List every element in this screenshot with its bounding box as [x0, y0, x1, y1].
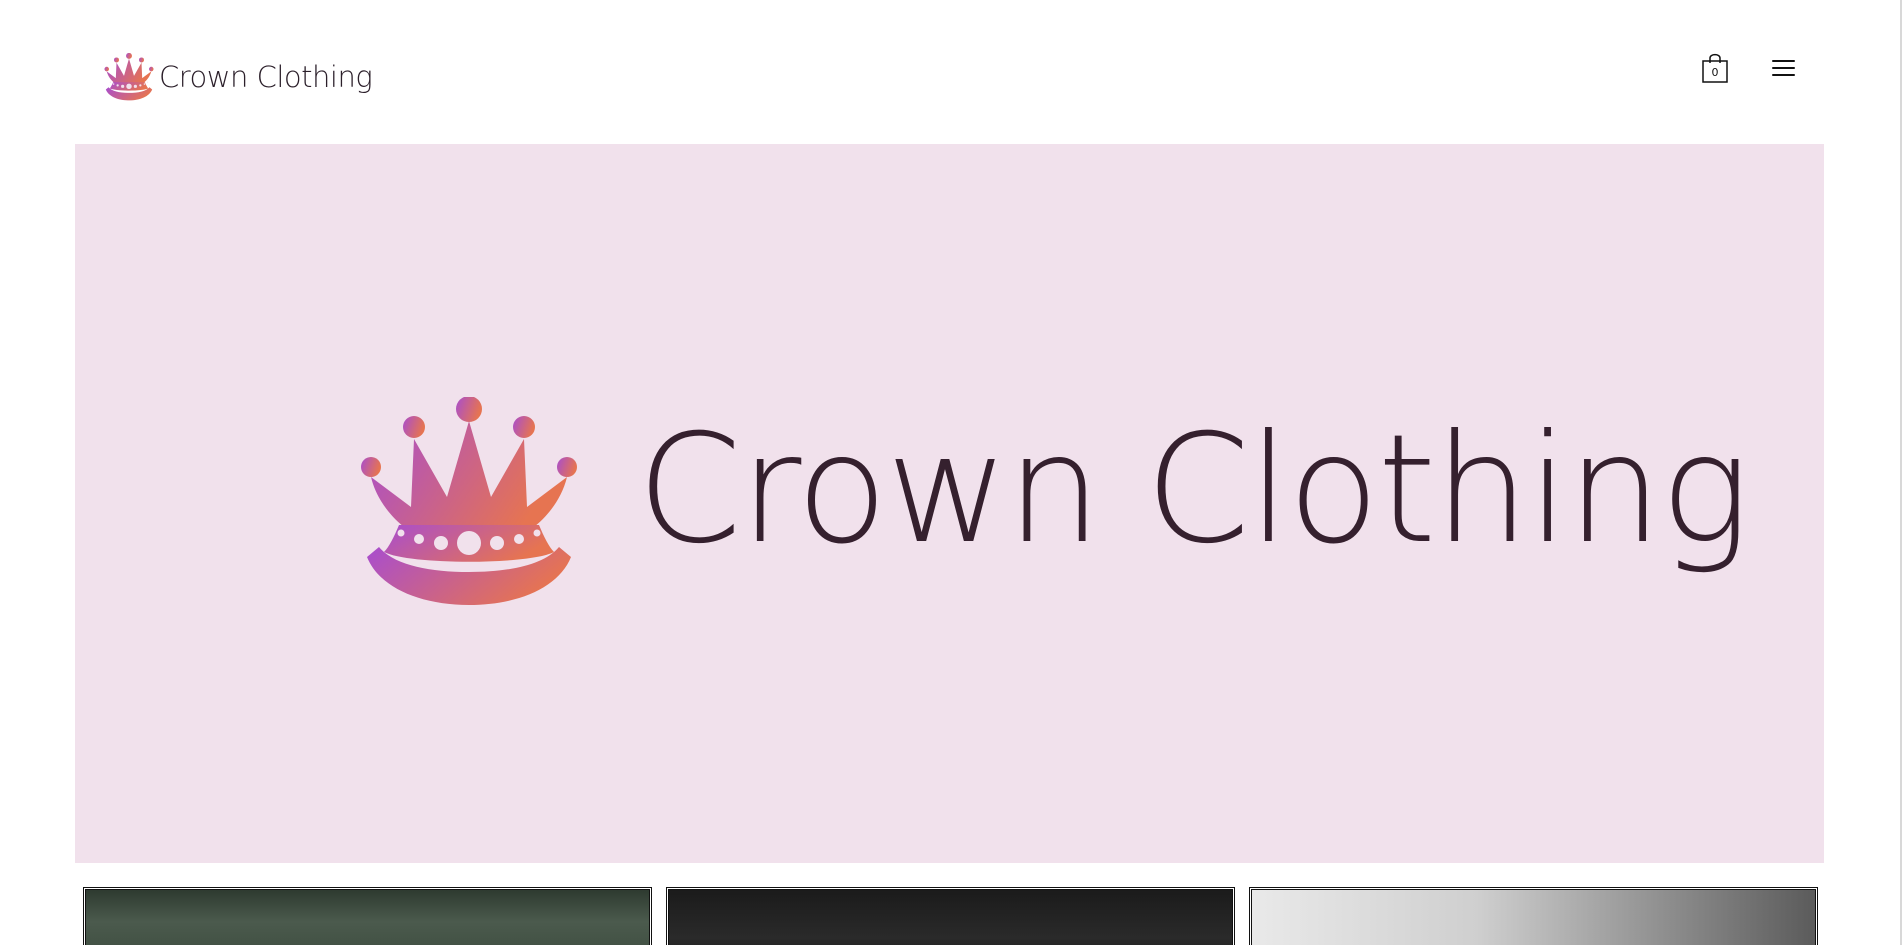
- crown-logo-icon: [104, 53, 154, 101]
- page: Crown Clothing 0 Crown Clothing: [0, 0, 1902, 945]
- category-tile-jackets[interactable]: [666, 887, 1235, 945]
- menu-button[interactable]: [1769, 55, 1799, 85]
- site-header: Crown Clothing 0: [0, 0, 1902, 144]
- category-tile-sneakers[interactable]: [1249, 887, 1818, 945]
- cart-button[interactable]: 0: [1700, 50, 1730, 86]
- hero-banner: Crown Clothing: [75, 144, 1824, 863]
- home-logo-link[interactable]: Crown Clothing: [104, 53, 373, 101]
- crown-logo-icon: [361, 397, 577, 605]
- hero-brand-text: Crown Clothing: [637, 403, 1750, 577]
- hamburger-menu-icon-line: [1772, 74, 1795, 77]
- hamburger-menu-icon-line: [1772, 67, 1795, 70]
- cart-count-badge: 0: [1711, 66, 1719, 79]
- category-tile-hats[interactable]: [83, 887, 652, 945]
- hamburger-menu-icon-line: [1772, 60, 1795, 63]
- logo-text: Crown Clothing: [159, 59, 373, 94]
